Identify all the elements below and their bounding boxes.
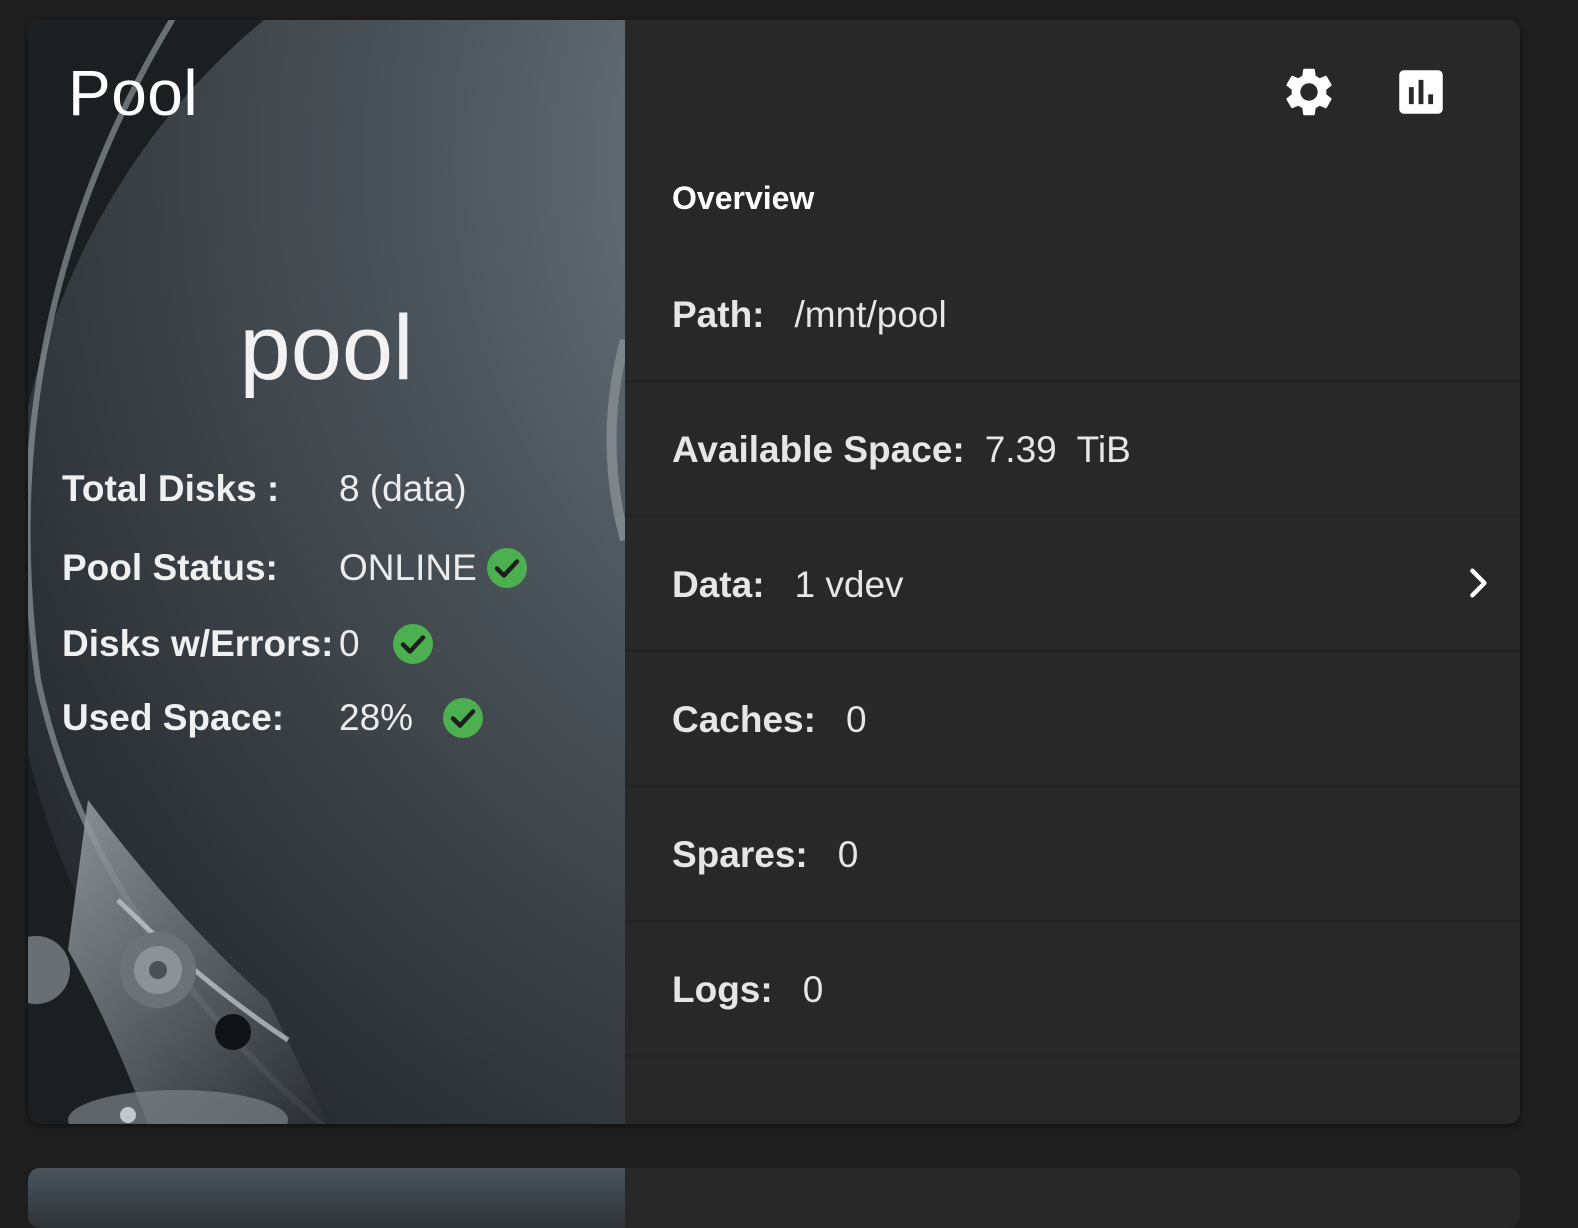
stat-value: ONLINE <box>339 547 477 588</box>
stat-value: 8 (data) <box>339 468 467 509</box>
row-value: 1 vdev <box>794 564 904 605</box>
row-label: Spares: <box>672 834 808 875</box>
row-value: 0 <box>845 699 867 740</box>
stat-used-space: Used Space: 28% <box>62 693 483 743</box>
row-label: Data: <box>672 564 765 605</box>
pool-name: pool <box>239 297 414 399</box>
row-value: 0 <box>802 969 824 1010</box>
pool-image-panel: Pool pool Total Disks : 8 (data) Pool St… <box>28 20 625 1124</box>
bar-chart-icon <box>1399 70 1443 114</box>
stat-label: Pool Status: <box>62 547 278 588</box>
overview-row-path: Path: /mnt/pool <box>625 248 1520 382</box>
reports-button[interactable] <box>1389 60 1453 124</box>
card-title: Pool <box>68 57 199 129</box>
overview-row-spares: Spares: 0 <box>625 788 1520 922</box>
row-label: Available Space: <box>672 429 965 470</box>
stat-value: 28% <box>339 697 414 738</box>
stat-label: Disks w/Errors: <box>62 623 334 664</box>
stat-total-disks: Total Disks : 8 (data) <box>62 464 467 514</box>
stat-disks-errors: Disks w/Errors: 0 <box>62 619 433 669</box>
settings-button[interactable] <box>1277 60 1341 124</box>
check-circle-icon <box>487 548 527 588</box>
gear-icon <box>1286 68 1332 116</box>
pool-card: Pool pool Total Disks : 8 (data) Pool St… <box>28 20 1520 1124</box>
overview-row-data[interactable]: Data: 1 vdev <box>625 518 1520 652</box>
check-circle-icon <box>393 624 433 664</box>
row-value: 0 <box>837 834 859 875</box>
row-value: /mnt/pool <box>794 294 947 335</box>
row-label: Logs: <box>672 969 773 1010</box>
overview-title: Overview <box>672 180 815 216</box>
next-pool-image-panel <box>28 1168 625 1228</box>
stat-label: Used Space: <box>62 697 285 738</box>
overview-row-logs: Logs: 0 <box>625 923 1520 1057</box>
stat-value: 0 <box>339 623 360 664</box>
stat-pool-status: Pool Status: ONLINE <box>62 543 527 593</box>
row-label: Path: <box>672 294 765 335</box>
next-pool-card <box>28 1168 1520 1228</box>
row-value: 7.39 TiB <box>984 429 1131 470</box>
overview-row-available-space: Available Space: 7.39 TiB <box>625 383 1520 517</box>
chevron-right-icon[interactable] <box>1458 563 1498 603</box>
row-label: Caches: <box>672 699 816 740</box>
overview-row-caches: Caches: 0 <box>625 653 1520 787</box>
check-circle-icon <box>443 698 483 738</box>
overview-panel: Overview Path: /mnt/pool Available Space:… <box>625 20 1520 1124</box>
stat-label: Total Disks : <box>62 468 280 509</box>
